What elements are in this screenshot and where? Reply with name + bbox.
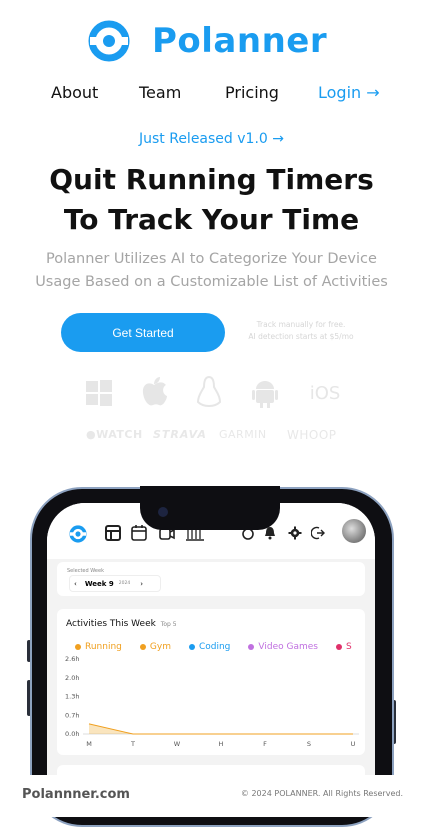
whoop-logo: WHOOP [287, 428, 337, 442]
pricing-note-line-2: AI detection starts at $5/mo [248, 332, 354, 341]
selected-week-label: Selected Week [67, 568, 104, 574]
watch-label: WATCH [96, 428, 143, 441]
get-started-button[interactable]: Get Started [61, 313, 225, 352]
polanner-logo-icon [88, 20, 130, 62]
nav-team[interactable]: Team [139, 83, 181, 102]
week-picker[interactable]: ‹ Week 9 2024 › [69, 575, 161, 592]
apple-watch-logo: ●WATCH [86, 428, 143, 441]
y-tick-label: 0.0h [65, 730, 79, 738]
next-week-button[interactable]: › [140, 580, 143, 588]
pricing-note-line-1: Track manually for free. [256, 320, 346, 329]
strava-logo: STRAVA [153, 428, 207, 441]
camera-icon [158, 507, 168, 517]
garmin-logo: GARMIN [219, 428, 267, 441]
series-line-running [88, 723, 353, 735]
x-tick-label: S [307, 740, 311, 748]
calendar-icon[interactable] [131, 524, 147, 541]
app-screen: Selected Week ‹ Week 9 2024 › Activities… [47, 503, 375, 803]
logout-icon[interactable] [311, 526, 325, 540]
avatar[interactable] [342, 519, 366, 543]
x-tick-label: M [86, 740, 92, 748]
windows-icon [86, 380, 112, 406]
activities-title: Activities This Week Top 5 [66, 619, 177, 629]
y-tick-label: 2.6h [65, 655, 79, 663]
subtitle-line-2: Usage Based on a Customizable List of Ac… [35, 274, 388, 290]
nav-pricing[interactable]: Pricing [225, 83, 279, 102]
week-value: Week 9 [84, 579, 114, 588]
footer-site[interactable]: Polannner.com [22, 787, 130, 802]
gear-icon[interactable] [288, 526, 302, 540]
year-value: 2024 [118, 581, 131, 586]
activities-title-text: Activities This Week [66, 619, 156, 629]
nav-login[interactable]: Login → [318, 83, 380, 102]
x-tick-label: W [174, 740, 181, 748]
x-tick-label: U [351, 740, 356, 748]
x-tick-label: F [263, 740, 267, 748]
linux-icon [196, 375, 222, 408]
y-tick-label: 1.3h [65, 693, 79, 701]
x-tick-label: H [219, 740, 224, 748]
activities-card: Activities This Week Top 5 Running Gym Cod… [57, 609, 365, 755]
top-badge: Top 5 [160, 621, 177, 628]
week-selector-card: Selected Week ‹ Week 9 2024 › [57, 562, 365, 596]
ios-label: iOS [309, 382, 341, 404]
pricing-note: Track manually for free. AI detection st… [236, 319, 366, 343]
subtitle: Polanner Utilizes AI to Categorize Your … [0, 248, 423, 294]
subtitle-line-1: Polanner Utilizes AI to Categorize Your … [46, 251, 377, 267]
brand-name: Polanner [152, 21, 328, 61]
prev-week-button[interactable]: ‹ [74, 580, 77, 588]
app-logo-icon[interactable] [69, 525, 87, 543]
headline-line-2: To Track Your Time [63, 203, 360, 236]
table-icon[interactable] [105, 525, 121, 541]
footer-copyright: © 2024 POLANNER. All Rights Reserved. [240, 789, 403, 798]
activity-chart: 2.6h 2.0h 1.3h 0.7h 0.0h M T W H F S U [65, 655, 359, 748]
headline-line-1: Quit Running Timers [49, 163, 374, 196]
x-tick-label: T [130, 740, 135, 748]
y-tick-label: 2.0h [65, 674, 79, 682]
android-icon [252, 381, 278, 408]
page-title: Quit Running Timers To Track Your Time [0, 160, 423, 240]
y-tick-label: 0.7h [65, 711, 79, 719]
release-link[interactable]: Just Released v1.0 → [0, 131, 423, 147]
logo[interactable]: Polanner [88, 18, 338, 64]
nav-about[interactable]: About [51, 83, 98, 102]
apple-icon [142, 377, 167, 406]
